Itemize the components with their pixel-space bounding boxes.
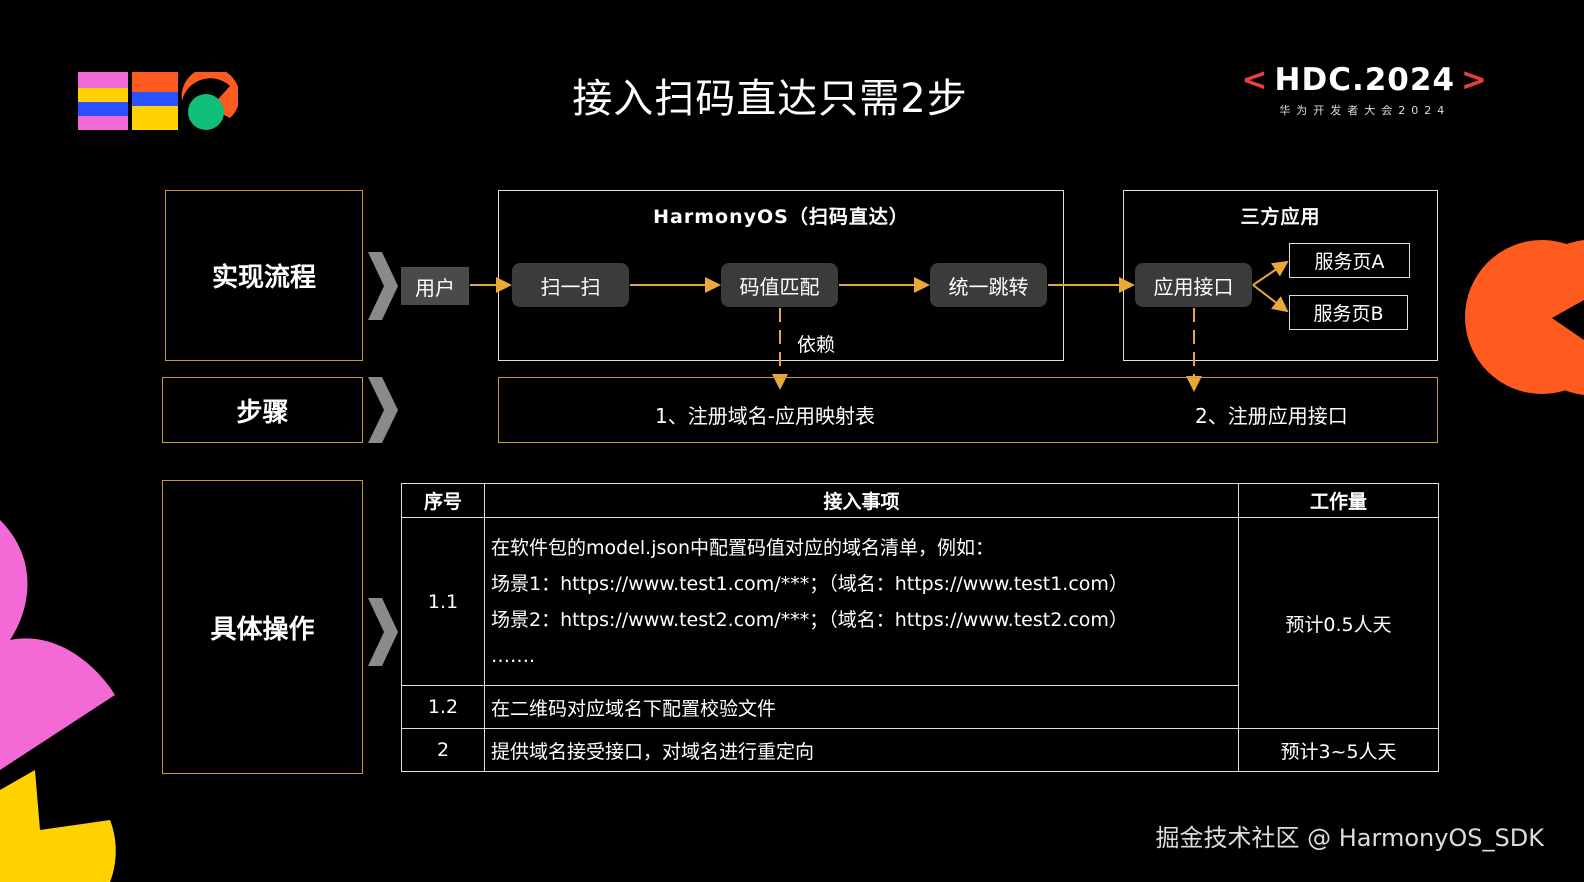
column-header: 接入事项: [484, 483, 1239, 518]
row-item: 在二维码对应域名下配置校验文件: [484, 685, 1239, 729]
row-effort: 预计0.5人天: [1238, 517, 1439, 729]
row-item: 提供域名接受接口，对域名进行重定向: [484, 728, 1239, 772]
row-effort: 预计3~5人天: [1238, 728, 1439, 772]
row-item-line: …….: [491, 644, 536, 667]
step-1: 1、注册域名-应用映射表: [655, 404, 875, 428]
row-item: 在软件包的model.json中配置码值对应的域名清单，例如： 场景1：http…: [484, 517, 1239, 686]
footer-watermark: 掘金技术社区 @ HarmonyOS_SDK: [1155, 824, 1544, 852]
row-number: 1.2: [401, 685, 485, 729]
column-header: 工作量: [1238, 483, 1439, 518]
arrow-app-page-b: [1252, 284, 1289, 313]
row-number: 2: [401, 728, 485, 772]
row-item-line: 场景2：https://www.test2.com/***；（域名：https:…: [491, 608, 1128, 631]
row-item-line: 场景1：https://www.test1.com/***；（域名：https:…: [491, 572, 1128, 595]
arrow-app-page-a: [1252, 260, 1289, 286]
row-number: 1.1: [401, 517, 485, 686]
column-header: 序号: [401, 483, 485, 518]
table-row: 1.1 在软件包的model.json中配置码值对应的域名清单，例如： 场景1：…: [401, 517, 1439, 729]
operations-table: 序号 接入事项 工作量 1.1 在软件包的model.json中配置码值对应的域…: [401, 483, 1439, 772]
table-header-row: 序号 接入事项 工作量: [401, 483, 1439, 518]
table-row: 2 提供域名接受接口，对域名进行重定向 预计3~5人天: [401, 728, 1439, 772]
row-item-line: 在软件包的model.json中配置码值对应的域名清单，例如：: [491, 536, 995, 559]
step-2: 2、注册应用接口: [1195, 404, 1348, 428]
